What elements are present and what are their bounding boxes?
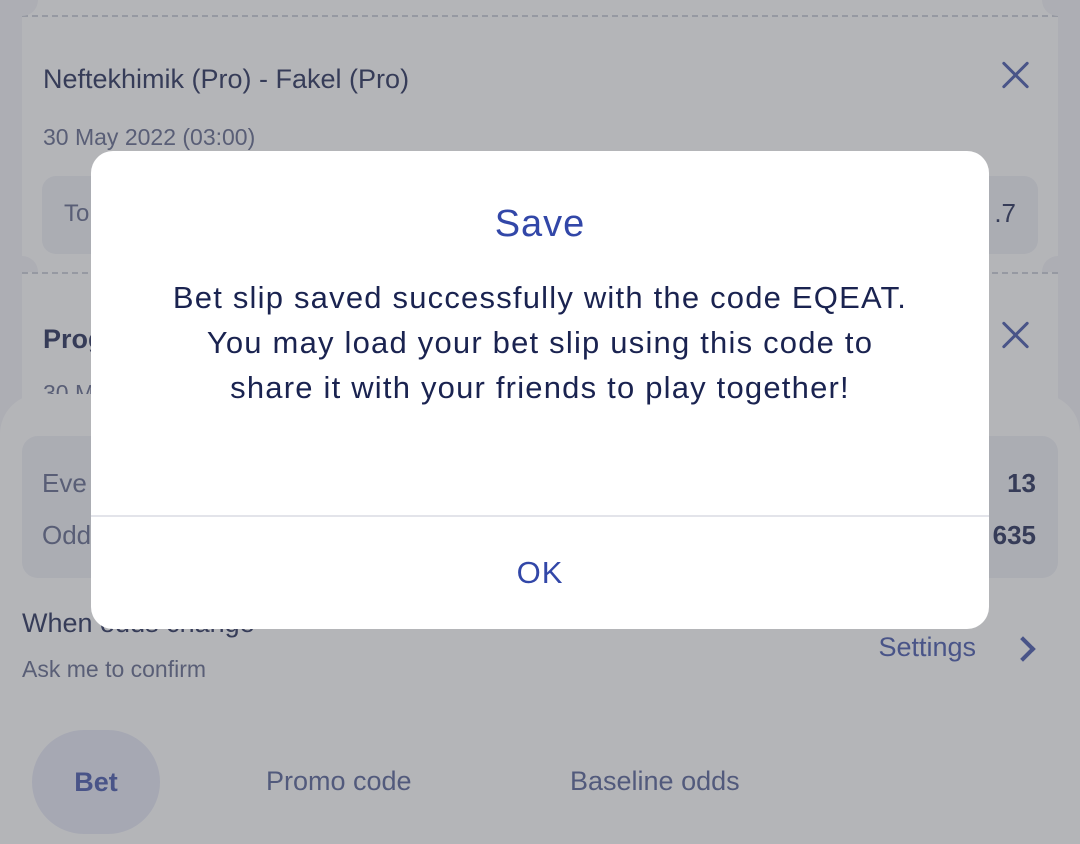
dialog-title: Save <box>494 203 586 245</box>
bet-slip-page: Neftekhimik (Pro) - Fakel (Pro) 30 May 2… <box>0 0 1080 844</box>
save-dialog: Save Bet slip saved successfully with th… <box>91 151 989 629</box>
dialog-message: Bet slip saved successfully with the cod… <box>172 280 908 405</box>
ok-button[interactable]: OK <box>91 517 989 629</box>
